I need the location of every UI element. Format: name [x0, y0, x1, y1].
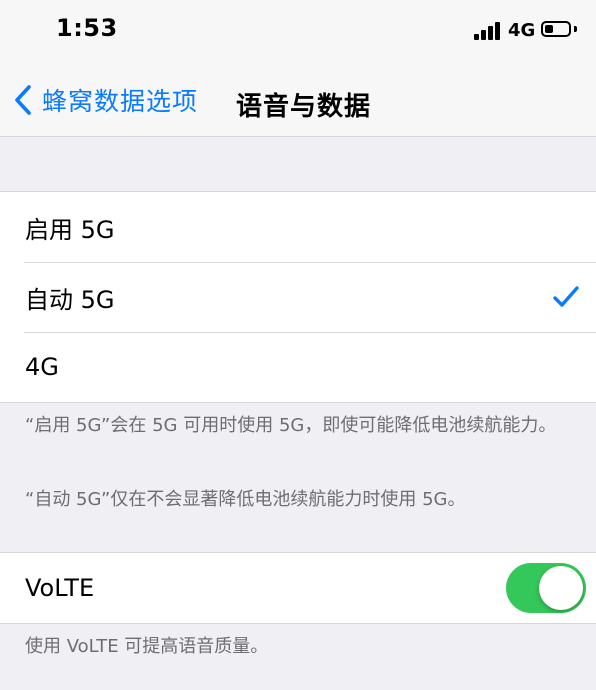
option-label: 4G [25, 353, 59, 381]
option-label: 启用 5G [25, 215, 115, 244]
navigation-bar: 蜂窝数据选项 语音与数据 [0, 66, 596, 137]
toggle-knob [539, 566, 583, 610]
volte-group: VoLTE [0, 552, 596, 624]
option-4g[interactable]: 4G [0, 332, 596, 402]
status-bar: 1:53 4G [0, 0, 596, 66]
network-options-group: 启用 5G 自动 5G 4G [0, 191, 596, 403]
option-enable-5g[interactable]: 启用 5G [0, 192, 596, 262]
status-time: 1:53 [56, 14, 118, 42]
cellular-signal-icon [474, 22, 502, 40]
back-button[interactable]: 蜂窝数据选项 [10, 80, 198, 120]
back-button-label: 蜂窝数据选项 [42, 87, 199, 116]
option-label: 自动 5G [25, 285, 115, 314]
battery-level-fill [545, 25, 553, 33]
chevron-left-icon [15, 85, 31, 115]
volte-note: 使用 VoLTE 可提高语音质量。 [25, 636, 269, 657]
enable-5g-note: “启用 5G”会在 5G 可用时使用 5G，即使可能降低电池续航能力。 [25, 415, 557, 436]
page-title: 语音与数据 [236, 92, 372, 122]
option-auto-5g[interactable]: 自动 5G [0, 262, 596, 332]
network-type-label: 4G [508, 20, 536, 41]
volte-row: VoLTE [0, 553, 596, 623]
auto-5g-note: “自动 5G”仅在不会显著降低电池续航能力时使用 5G。 [25, 489, 466, 510]
volte-toggle[interactable] [506, 563, 586, 613]
battery-icon [541, 21, 571, 37]
checkmark-icon [553, 286, 579, 307]
battery-cap [574, 26, 577, 32]
volte-label: VoLTE [25, 574, 95, 602]
